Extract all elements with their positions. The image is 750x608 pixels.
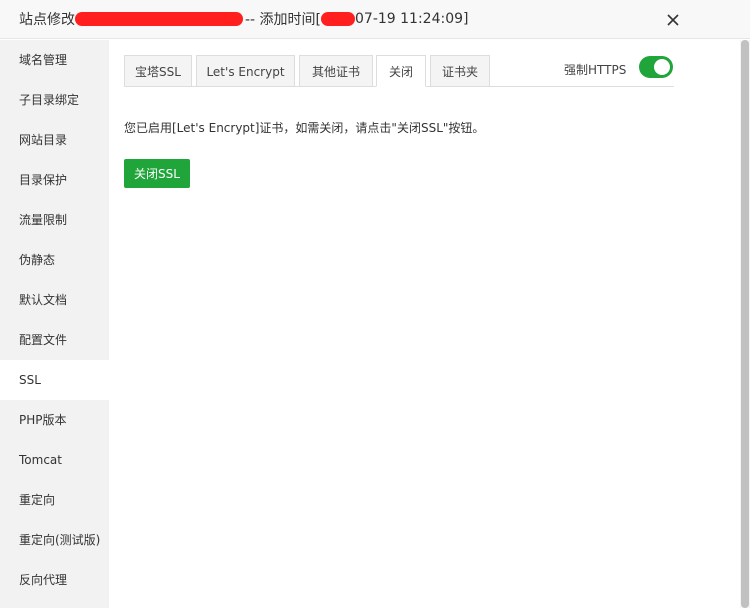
sidebar-item-subdir-binding[interactable]: 子目录绑定 bbox=[0, 80, 109, 120]
sidebar-item-redirect-beta[interactable]: 重定向(测试版) bbox=[0, 520, 109, 560]
dialog-title: 站点修改 -- 添加时间[ 07-19 11:24:09] bbox=[19, 9, 469, 29]
sidebar-item-redirect[interactable]: 重定向 bbox=[0, 480, 109, 520]
redacted-site-name bbox=[75, 12, 243, 26]
toggle-knob bbox=[654, 59, 670, 75]
sidebar-item-ssl[interactable]: SSL bbox=[0, 360, 109, 400]
close-icon bbox=[667, 14, 679, 26]
tab-lets-encrypt[interactable]: Let's Encrypt bbox=[196, 55, 295, 87]
force-https-toggle[interactable] bbox=[639, 56, 673, 78]
title-suffix: 07-19 11:24:09] bbox=[355, 11, 469, 27]
force-https-label: 强制HTTPS bbox=[564, 63, 627, 77]
sidebar-item-traffic-limit[interactable]: 流量限制 bbox=[0, 200, 109, 240]
ssl-status-message: 您已启用[Let's Encrypt]证书，如需关闭，请点击"关闭SSL"按钮。 bbox=[124, 121, 485, 135]
tab-close[interactable]: 关闭 bbox=[376, 55, 426, 87]
sidebar-item-domain[interactable]: 域名管理 bbox=[0, 40, 109, 80]
tab-bt-ssl[interactable]: 宝塔SSL bbox=[124, 55, 192, 87]
close-ssl-button[interactable]: 关闭SSL bbox=[124, 159, 190, 188]
title-mid: -- 添加时间[ bbox=[245, 12, 322, 28]
tab-cert-folder[interactable]: 证书夹 bbox=[430, 55, 490, 87]
scrollbar-thumb[interactable] bbox=[741, 40, 749, 608]
title-prefix: 站点修改 bbox=[19, 12, 75, 28]
dialog-titlebar: 站点修改 -- 添加时间[ 07-19 11:24:09] bbox=[0, 0, 750, 39]
sidebar-item-tomcat[interactable]: Tomcat bbox=[0, 440, 109, 480]
sidebar-item-config-file[interactable]: 配置文件 bbox=[0, 320, 109, 360]
sidebar-item-php-version[interactable]: PHP版本 bbox=[0, 400, 109, 440]
sidebar-item-site-directory[interactable]: 网站目录 bbox=[0, 120, 109, 160]
main-panel: 宝塔SSL Let's Encrypt 其他证书 关闭 证书夹 强制HTTPS … bbox=[109, 40, 740, 608]
close-button[interactable] bbox=[662, 9, 684, 31]
sidebar-item-rewrite[interactable]: 伪静态 bbox=[0, 240, 109, 280]
sidebar-item-directory-protection[interactable]: 目录保护 bbox=[0, 160, 109, 200]
tab-other-cert[interactable]: 其他证书 bbox=[299, 55, 373, 87]
redacted-date bbox=[321, 12, 356, 26]
scrollbar[interactable] bbox=[740, 40, 750, 608]
sidebar-item-default-document[interactable]: 默认文档 bbox=[0, 280, 109, 320]
sidebar: 域名管理 子目录绑定 网站目录 目录保护 流量限制 伪静态 默认文档 配置文件 … bbox=[0, 40, 109, 608]
sidebar-item-reverse-proxy[interactable]: 反向代理 bbox=[0, 560, 109, 600]
